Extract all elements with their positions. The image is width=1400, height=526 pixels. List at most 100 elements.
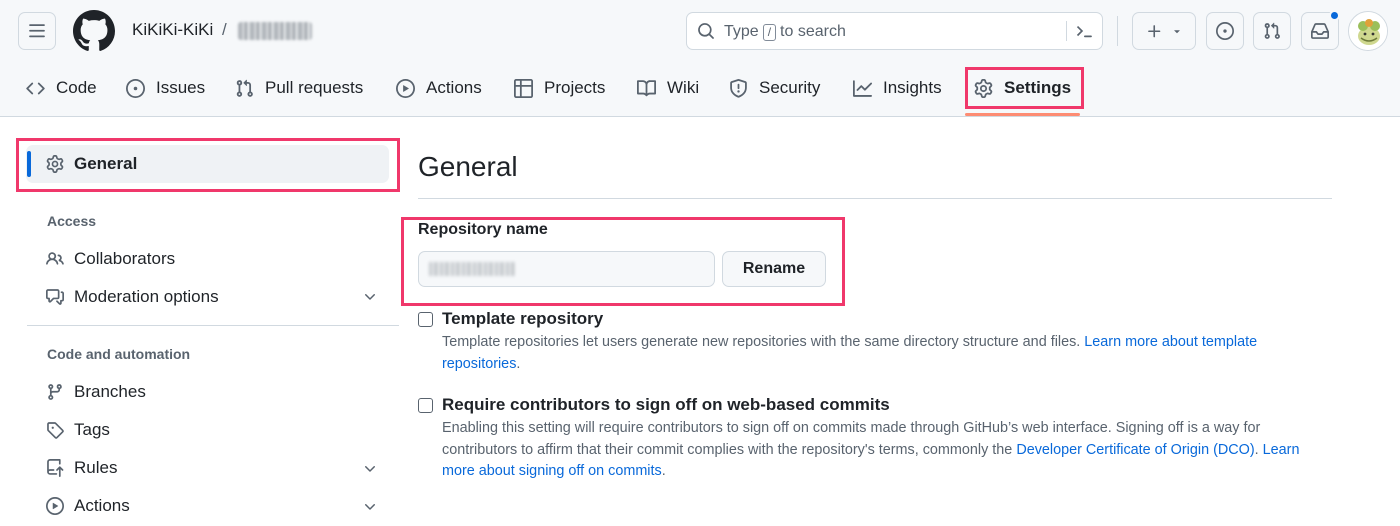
repository-name-input[interactable] xyxy=(418,251,715,287)
tab-issues-label: Issues xyxy=(156,78,206,97)
tab-code-label: Code xyxy=(56,78,97,97)
tab-insights[interactable]: Insights xyxy=(853,70,942,106)
dco-link[interactable]: Developer Certificate of Origin (DCO) xyxy=(1016,442,1254,458)
chevron-down-icon[interactable] xyxy=(362,461,378,477)
triangle-down-icon xyxy=(1173,30,1180,34)
your-issues-button[interactable] xyxy=(1206,12,1244,50)
rename-button[interactable]: Rename xyxy=(722,251,826,287)
git-pull-request-icon xyxy=(236,79,253,97)
code-icon xyxy=(26,82,45,94)
table-icon xyxy=(514,78,533,98)
search-icon xyxy=(698,23,714,39)
tab-settings-label: Settings xyxy=(1004,78,1072,97)
repository-name-value-redacted xyxy=(429,262,515,276)
header-divider xyxy=(1117,16,1118,46)
sidebar-item-collaborators[interactable]: Collaborators xyxy=(46,249,175,269)
sidebar-item-tags[interactable]: Tags xyxy=(46,420,110,440)
repo-owner-link[interactable]: KiKiKi-KiKi xyxy=(132,20,213,40)
sidebar-item-general-label: General xyxy=(74,154,138,173)
inbox-icon xyxy=(1311,23,1329,39)
play-icon xyxy=(46,497,64,515)
tab-wiki-label: Wiki xyxy=(667,78,700,97)
repository-name-label: Repository name xyxy=(418,221,548,238)
command-palette-icon[interactable] xyxy=(1075,22,1093,40)
tab-projects-label: Projects xyxy=(544,78,606,97)
repo-name-link-redacted[interactable] xyxy=(238,22,312,40)
gear-icon xyxy=(974,78,993,98)
tab-issues[interactable]: Issues xyxy=(126,70,205,106)
search-placeholder-prefix: Type xyxy=(724,23,759,40)
template-desc-text: Template repositories let users generate… xyxy=(442,334,1085,350)
sidebar-item-tags-label: Tags xyxy=(74,420,110,439)
tab-actions-label: Actions xyxy=(426,78,482,97)
signoff-desc-tail: . xyxy=(661,463,666,479)
sidebar-item-rules-label: Rules xyxy=(74,458,118,477)
sidebar-item-moderation-options[interactable]: Moderation options xyxy=(46,287,219,307)
breadcrumb-separator: / xyxy=(222,20,227,39)
hamburger-menu-button[interactable] xyxy=(18,12,56,50)
chevron-down-icon[interactable] xyxy=(362,499,378,515)
chevron-down-icon[interactable] xyxy=(362,289,378,305)
sidebar-divider xyxy=(27,325,399,326)
search-input[interactable]: Type / to search xyxy=(686,12,1103,50)
repo-push-icon xyxy=(47,459,64,477)
sidebar-heading-access: Access xyxy=(47,213,97,229)
unread-notification-dot xyxy=(1329,10,1340,21)
template-repository-description: Template repositories let users generate… xyxy=(442,332,1332,375)
sidebar-item-branches[interactable]: Branches xyxy=(46,382,146,402)
graph-icon xyxy=(853,79,872,97)
signoff-checkbox[interactable] xyxy=(418,398,433,413)
signoff-title: Require contributors to sign off on web-… xyxy=(442,395,890,414)
your-pull-requests-button[interactable] xyxy=(1253,12,1291,50)
sidebar-item-collaborators-label: Collaborators xyxy=(74,249,176,268)
template-desc-tail: . xyxy=(516,355,521,372)
tab-pull-requests[interactable]: Pull requests xyxy=(235,70,363,106)
template-repository-checkbox[interactable] xyxy=(418,312,433,327)
tab-actions[interactable]: Actions xyxy=(396,70,482,106)
tab-security-label: Security xyxy=(759,78,821,97)
tab-pull-requests-label: Pull requests xyxy=(265,78,364,97)
sidebar-item-general-content[interactable]: General xyxy=(46,154,137,174)
sidebar-item-branches-label: Branches xyxy=(74,382,146,401)
search-placeholder-suffix: to search xyxy=(780,23,846,40)
tab-insights-label: Insights xyxy=(883,78,942,97)
tab-wiki[interactable]: Wiki xyxy=(637,70,699,106)
tag-icon xyxy=(47,422,64,439)
signoff-desc-mid: . xyxy=(1254,441,1263,458)
title-divider xyxy=(418,198,1332,199)
signoff-description: Enabling this setting will require contr… xyxy=(442,418,1332,483)
search-shortcut-key: / xyxy=(762,23,777,41)
search-placeholder: Type / to search xyxy=(724,23,846,41)
tab-projects[interactable]: Projects xyxy=(514,70,605,106)
global-header: KiKiKi-KiKi / Type / to search Code Issu… xyxy=(0,0,1400,117)
gear-icon xyxy=(46,155,64,173)
tab-security[interactable]: Security xyxy=(729,70,820,106)
issue-opened-icon xyxy=(126,78,145,98)
create-new-button[interactable] xyxy=(1132,12,1196,50)
plus-icon xyxy=(1147,24,1160,37)
tab-code[interactable]: Code xyxy=(26,70,97,106)
search-divider xyxy=(1066,21,1067,41)
sidebar-heading-code-automation: Code and automation xyxy=(47,346,191,362)
git-pull-request-icon xyxy=(1264,22,1280,39)
github-logo-icon[interactable] xyxy=(73,10,115,52)
sidebar-item-actions[interactable]: Actions xyxy=(46,496,130,516)
play-icon xyxy=(396,78,415,98)
git-branch-icon xyxy=(48,384,62,400)
sidebar-item-rules[interactable]: Rules xyxy=(46,458,117,478)
book-icon xyxy=(637,79,656,96)
page-title: General xyxy=(418,151,518,182)
shield-icon xyxy=(730,78,747,98)
active-tab-underline xyxy=(965,113,1080,116)
comment-discussion-icon xyxy=(46,289,64,305)
people-icon xyxy=(46,252,64,265)
user-avatar[interactable] xyxy=(1348,11,1388,51)
active-indicator xyxy=(27,151,31,177)
avatar-illustration-icon xyxy=(1349,12,1387,50)
template-repository-title: Template repository xyxy=(442,309,604,328)
tab-settings[interactable]: Settings xyxy=(974,70,1071,106)
sidebar-item-moderation-options-label: Moderation options xyxy=(74,287,219,306)
hamburger-icon xyxy=(29,24,45,38)
issue-opened-icon xyxy=(1216,22,1234,40)
sidebar-item-actions-label: Actions xyxy=(74,496,130,515)
